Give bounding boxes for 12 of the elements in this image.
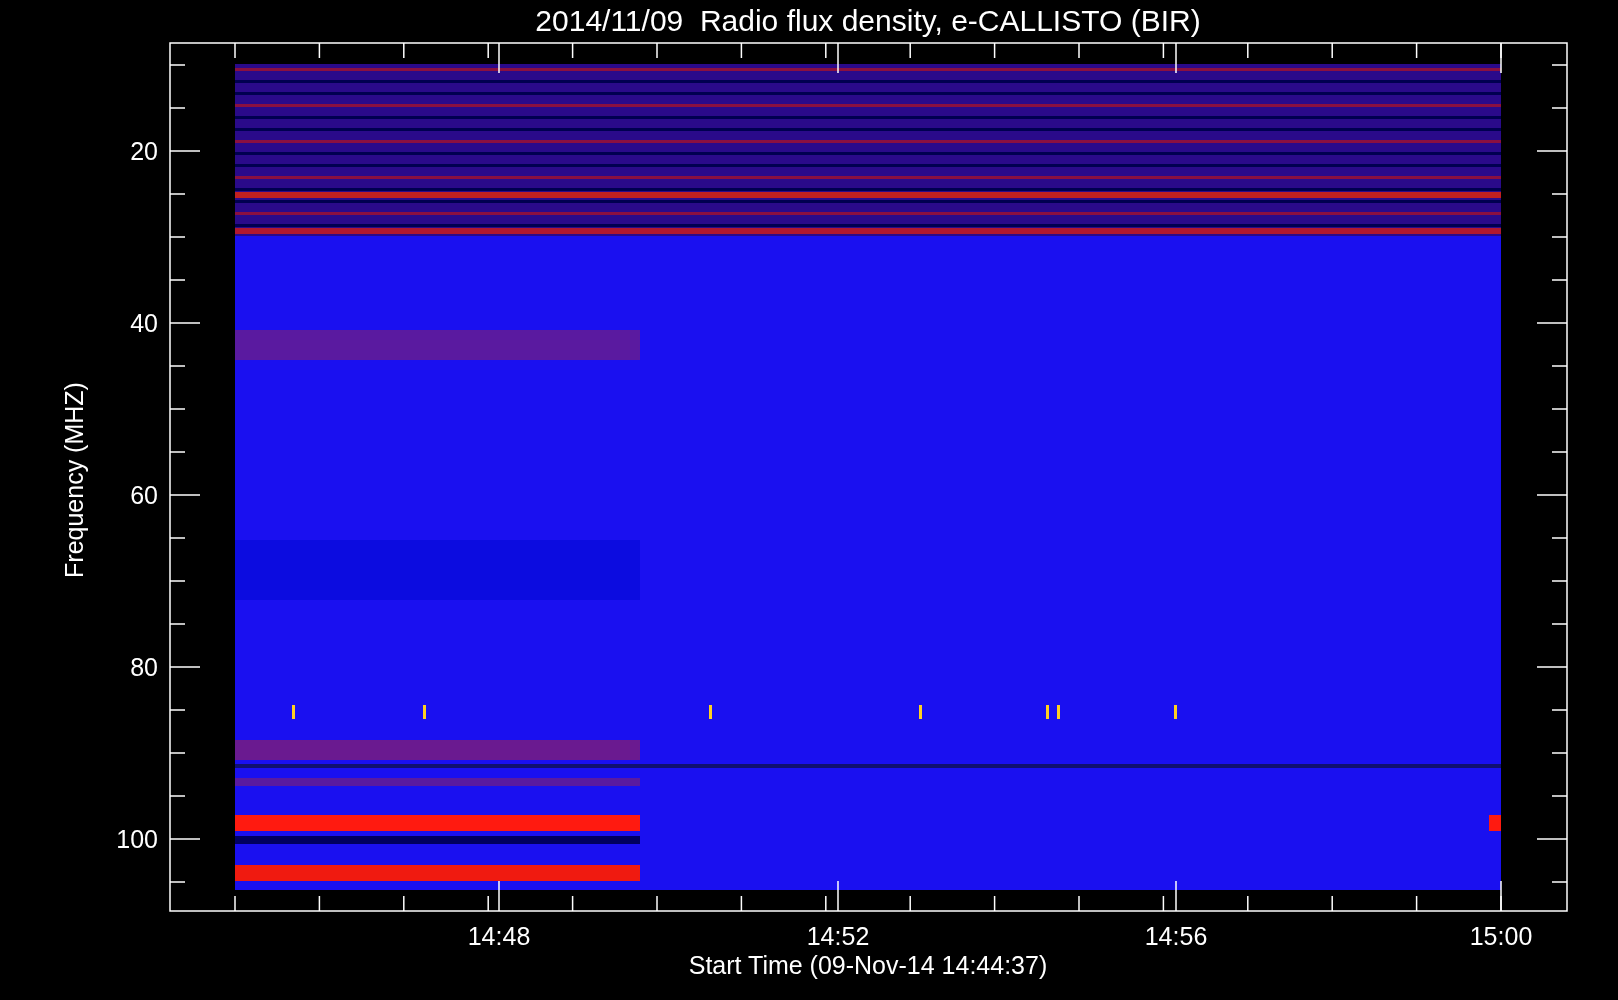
- tick-label: 15:00: [1469, 922, 1533, 950]
- tick-label: 40: [130, 309, 158, 337]
- axis-label: Start Time (09-Nov-14 14:44:37): [688, 951, 1048, 979]
- axis-label: Frequency (MHZ): [60, 382, 88, 578]
- chart-title: 2014/11/09 Radio flux density, e-CALLISTO (BIR): [535, 4, 1201, 37]
- tick-label: 20: [130, 137, 158, 165]
- tick-label: 60: [130, 481, 158, 509]
- tick-label: 14:48: [467, 922, 531, 950]
- tick-label: 80: [130, 653, 158, 681]
- tick-label: 100: [116, 825, 158, 853]
- tick-label: 14:56: [1144, 922, 1208, 950]
- tick-label: 14:52: [806, 922, 870, 950]
